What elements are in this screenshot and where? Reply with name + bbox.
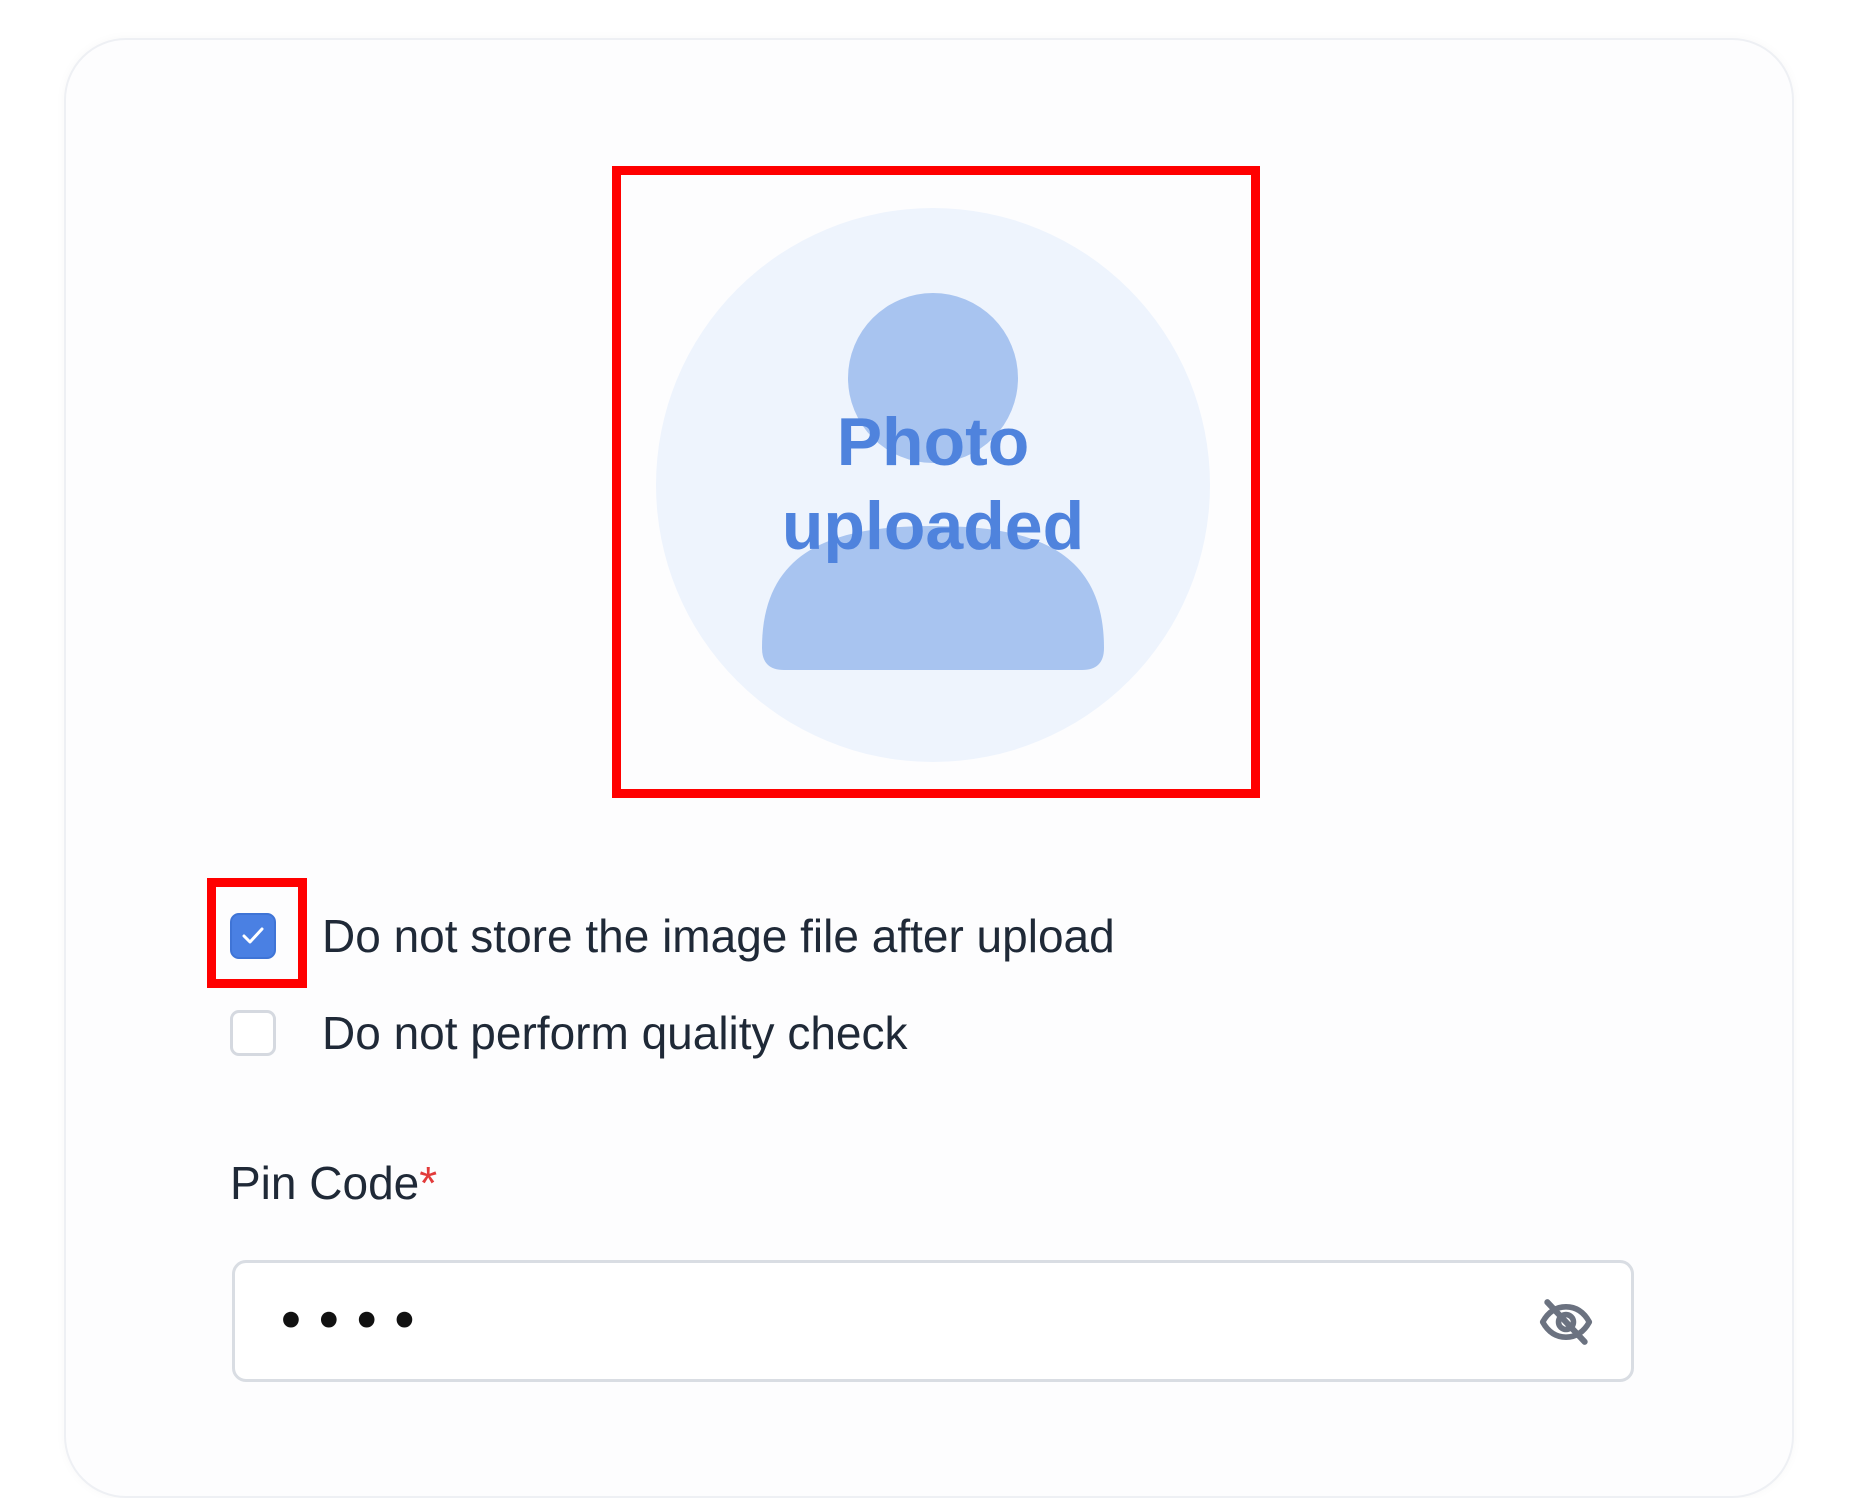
pin-code-field[interactable]	[232, 1260, 1634, 1382]
pin-code-label: Pin Code*	[230, 1156, 437, 1210]
checkbox-highlight-box	[207, 878, 307, 988]
eye-slash-icon[interactable]	[1538, 1294, 1594, 1350]
no-store-label: Do not store the image file after upload	[322, 910, 1115, 962]
required-marker: *	[419, 1157, 438, 1209]
option-no-quality-check[interactable]: Do not perform quality check	[230, 1003, 908, 1063]
photo-highlight-box	[612, 166, 1260, 798]
no-quality-check-label: Do not perform quality check	[322, 1007, 908, 1059]
pin-code-label-text: Pin Code	[230, 1157, 420, 1209]
pin-code-input[interactable]	[275, 1263, 1475, 1379]
no-quality-check-checkbox[interactable]	[230, 1010, 276, 1056]
option-no-store[interactable]: Do not store the image file after upload	[230, 906, 1115, 966]
